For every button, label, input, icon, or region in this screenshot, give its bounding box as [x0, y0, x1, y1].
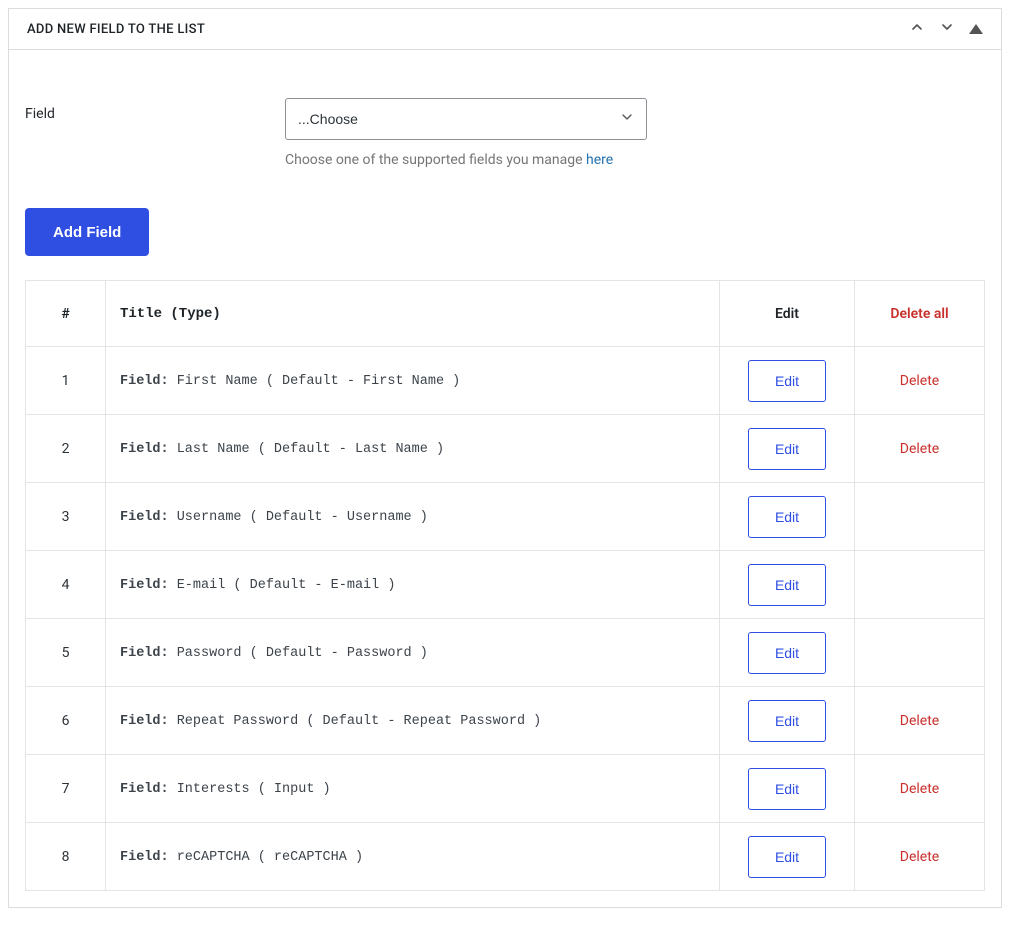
field-prefix: Field:: [120, 850, 169, 865]
row-delete-cell: Delete: [855, 755, 985, 823]
row-edit-cell: Edit: [720, 687, 855, 755]
field-selector-row: Field ...Choose Choose one of the suppor…: [25, 98, 985, 168]
table-row: 6Field: Repeat Password ( Default - Repe…: [26, 687, 985, 755]
row-delete-cell: Delete: [855, 347, 985, 415]
row-edit-cell: Edit: [720, 823, 855, 891]
field-prefix: Field:: [120, 646, 169, 661]
row-edit-cell: Edit: [720, 347, 855, 415]
edit-button[interactable]: Edit: [748, 836, 826, 878]
row-index: 1: [26, 347, 106, 415]
table-header-index: #: [26, 281, 106, 347]
field-prefix: Field:: [120, 714, 169, 729]
row-title: Field: Repeat Password ( Default - Repea…: [106, 687, 720, 755]
row-edit-cell: Edit: [720, 551, 855, 619]
panel-body: Field ...Choose Choose one of the suppor…: [9, 50, 1001, 907]
field-help-prefix: Choose one of the supported fields you m…: [285, 152, 586, 168]
row-delete-cell: [855, 619, 985, 687]
panel-header-actions: [909, 19, 983, 39]
field-help-text: Choose one of the supported fields you m…: [285, 152, 647, 168]
row-delete-cell: Delete: [855, 687, 985, 755]
panel-title: ADD NEW FIELD TO THE LIST: [27, 22, 205, 37]
table-row: 4Field: E-mail ( Default - E-mail ) Edit: [26, 551, 985, 619]
table-row: 3Field: Username ( Default - Username ) E…: [26, 483, 985, 551]
row-index: 2: [26, 415, 106, 483]
field-prefix: Field:: [120, 374, 169, 389]
row-title: Field: E-mail ( Default - E-mail ): [106, 551, 720, 619]
table-row: 5Field: Password ( Default - Password ) E…: [26, 619, 985, 687]
edit-button[interactable]: Edit: [748, 632, 826, 674]
edit-button[interactable]: Edit: [748, 360, 826, 402]
row-edit-cell: Edit: [720, 619, 855, 687]
chevron-down-icon[interactable]: [939, 19, 955, 39]
table-row: 2Field: Last Name ( Default - Last Name …: [26, 415, 985, 483]
row-edit-cell: Edit: [720, 415, 855, 483]
edit-button[interactable]: Edit: [748, 496, 826, 538]
delete-link[interactable]: Delete: [900, 373, 939, 389]
table-row: 1Field: First Name ( Default - First Nam…: [26, 347, 985, 415]
collapse-icon[interactable]: [969, 24, 983, 34]
edit-button[interactable]: Edit: [748, 428, 826, 470]
table-row: 8Field: reCAPTCHA ( reCAPTCHA ) Edit Delet…: [26, 823, 985, 891]
delete-all-link[interactable]: Delete all: [890, 306, 948, 322]
field-prefix: Field:: [120, 442, 169, 457]
panel-header: ADD NEW FIELD TO THE LIST: [9, 9, 1001, 50]
table-header-row: # Title (Type) Edit Delete all: [26, 281, 985, 347]
row-index: 3: [26, 483, 106, 551]
row-title: Field: reCAPTCHA ( reCAPTCHA ): [106, 823, 720, 891]
delete-link[interactable]: Delete: [900, 441, 939, 457]
delete-link[interactable]: Delete: [900, 849, 939, 865]
chevron-up-icon[interactable]: [909, 19, 925, 39]
field-control-wrap: ...Choose Choose one of the supported fi…: [285, 98, 647, 168]
row-index: 8: [26, 823, 106, 891]
delete-link[interactable]: Delete: [900, 713, 939, 729]
field-prefix: Field:: [120, 782, 169, 797]
row-index: 4: [26, 551, 106, 619]
row-delete-cell: Delete: [855, 415, 985, 483]
edit-button[interactable]: Edit: [748, 564, 826, 606]
add-field-button[interactable]: Add Field: [25, 208, 149, 256]
row-index: 7: [26, 755, 106, 823]
row-title: Field: Last Name ( Default - Last Name ): [106, 415, 720, 483]
row-title: Field: Password ( Default - Password ): [106, 619, 720, 687]
row-edit-cell: Edit: [720, 755, 855, 823]
field-select-wrap: ...Choose: [285, 98, 647, 140]
row-index: 5: [26, 619, 106, 687]
add-field-panel: ADD NEW FIELD TO THE LIST Field ...Choos…: [8, 8, 1002, 908]
table-row: 7Field: Interests ( Input ) Edit Delete: [26, 755, 985, 823]
field-select[interactable]: ...Choose: [285, 98, 647, 140]
delete-link[interactable]: Delete: [900, 781, 939, 797]
row-delete-cell: Delete: [855, 823, 985, 891]
row-title: Field: First Name ( Default - First Name…: [106, 347, 720, 415]
field-prefix: Field:: [120, 578, 169, 593]
edit-button[interactable]: Edit: [748, 700, 826, 742]
row-delete-cell: [855, 483, 985, 551]
row-title: Field: Interests ( Input ): [106, 755, 720, 823]
edit-button[interactable]: Edit: [748, 768, 826, 810]
row-delete-cell: [855, 551, 985, 619]
row-edit-cell: Edit: [720, 483, 855, 551]
row-index: 6: [26, 687, 106, 755]
table-header-title: Title (Type): [106, 281, 720, 347]
field-help-link[interactable]: here: [586, 152, 613, 168]
row-title: Field: Username ( Default - Username ): [106, 483, 720, 551]
field-label: Field: [25, 98, 265, 122]
table-header-edit: Edit: [720, 281, 855, 347]
field-prefix: Field:: [120, 510, 169, 525]
fields-table: # Title (Type) Edit Delete all 1Field: F…: [25, 280, 985, 891]
